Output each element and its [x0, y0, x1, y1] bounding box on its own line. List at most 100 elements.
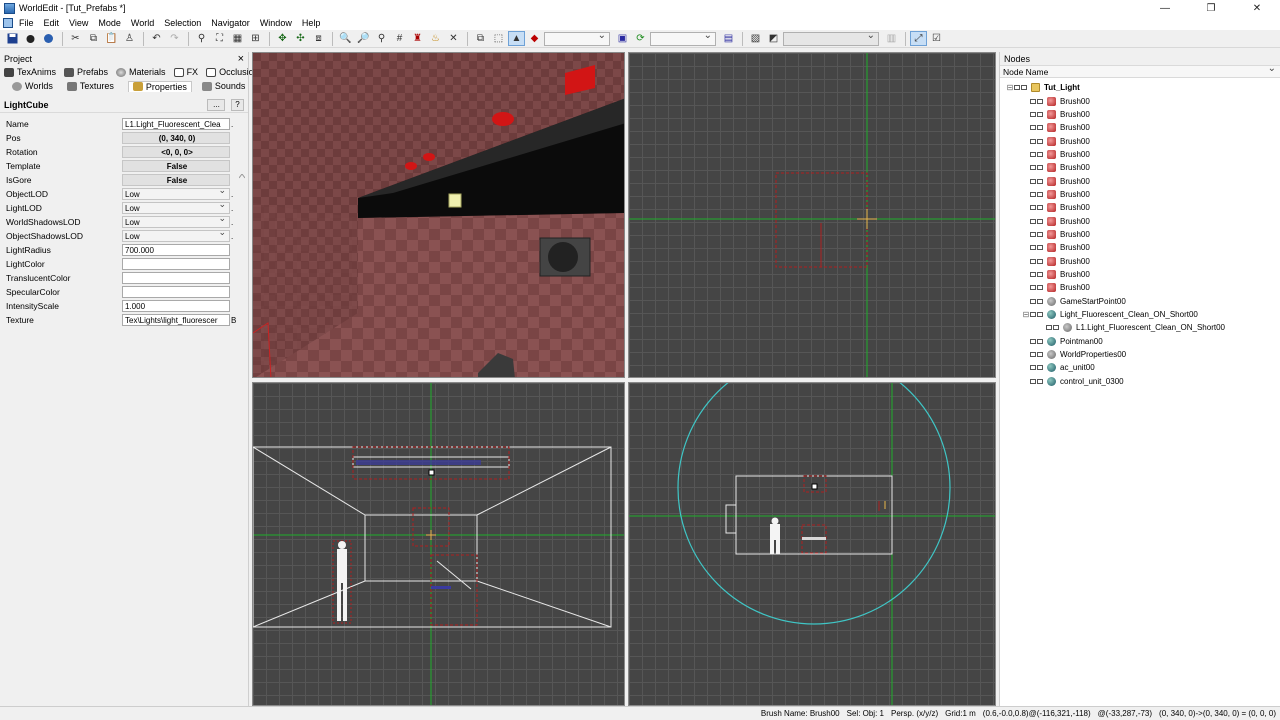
light-cube-handle[interactable]: [811, 483, 818, 490]
tree-item[interactable]: Brush00: [1000, 134, 1280, 147]
menu-edit[interactable]: Edit: [44, 18, 60, 28]
preset-select[interactable]: [783, 30, 879, 46]
close-icon[interactable]: ✕: [1234, 0, 1280, 16]
visibility-toggle-icon[interactable]: [1030, 205, 1044, 211]
cut-icon[interactable]: ✂: [67, 31, 84, 46]
visibility-toggle-icon[interactable]: [1030, 298, 1044, 304]
snap-check-icon[interactable]: ☑: [928, 31, 945, 46]
property-value-objectlod[interactable]: Low: [122, 188, 230, 200]
pick-icon[interactable]: ⚲: [193, 31, 210, 46]
menu-view[interactable]: View: [69, 18, 88, 28]
tree-item[interactable]: Brush00: [1000, 174, 1280, 187]
tree-item[interactable]: Brush00: [1000, 121, 1280, 134]
property-browse-button[interactable]: .: [231, 188, 237, 200]
visibility-toggle-icon[interactable]: [1030, 378, 1044, 384]
visibility-toggle-icon[interactable]: [1030, 178, 1044, 184]
tab-texanims[interactable]: TexAnims: [4, 67, 56, 77]
tree-item[interactable]: Brush00: [1000, 228, 1280, 241]
zoom-icon[interactable]: 🔍: [337, 31, 354, 46]
zoom-edit-icon[interactable]: 🔎: [355, 31, 372, 46]
visibility-toggle-icon[interactable]: [1030, 165, 1044, 171]
tab-materials[interactable]: Materials: [116, 67, 166, 77]
redo-icon[interactable]: ↷: [166, 31, 183, 46]
tree-item[interactable]: GameStartPoint00: [1000, 295, 1280, 308]
tree-item[interactable]: ⊟ Tut_Light: [1000, 81, 1280, 94]
bomb-icon[interactable]: [22, 31, 39, 46]
x-icon[interactable]: ✕: [445, 31, 462, 46]
camera-icon[interactable]: ▧: [747, 31, 764, 46]
property-value-lightradius[interactable]: 700.000: [122, 244, 230, 256]
visibility-toggle-icon[interactable]: [1030, 285, 1044, 291]
light-cube[interactable]: [448, 193, 462, 208]
visibility-toggle-icon[interactable]: [1030, 352, 1044, 358]
menu-window[interactable]: Window: [260, 18, 292, 28]
visibility-toggle-icon[interactable]: [1014, 85, 1028, 91]
menu-world[interactable]: World: [131, 18, 154, 28]
viewport-top[interactable]: [628, 52, 996, 378]
viewport-front[interactable]: [252, 382, 625, 706]
paste-icon[interactable]: 📋: [103, 31, 120, 46]
collapse-icon[interactable]: ⊟: [1006, 83, 1014, 92]
tree-item[interactable]: Brush00: [1000, 161, 1280, 174]
undo-icon[interactable]: ↶: [148, 31, 165, 46]
tree-item[interactable]: Brush00: [1000, 148, 1280, 161]
grid-single-icon[interactable]: ▦: [229, 31, 246, 46]
visibility-toggle-icon[interactable]: [1030, 312, 1044, 318]
property-browse-button[interactable]: .: [231, 202, 237, 214]
tab-prefabs[interactable]: Prefabs: [64, 67, 108, 77]
tree-item[interactable]: WorldProperties00: [1000, 348, 1280, 361]
property-browse-button[interactable]: .: [231, 230, 237, 242]
visibility-toggle-icon[interactable]: [1030, 111, 1044, 117]
tab-sounds[interactable]: Sounds: [201, 81, 245, 91]
visibility-toggle-icon[interactable]: [1030, 125, 1044, 131]
visibility-toggle-icon[interactable]: [1030, 271, 1044, 277]
snap-icon[interactable]: ⤢: [910, 31, 927, 46]
tree-item[interactable]: Brush00: [1000, 94, 1280, 107]
visibility-toggle-icon[interactable]: [1030, 245, 1044, 251]
visibility-toggle-icon[interactable]: [1030, 151, 1044, 157]
grid-toggle-icon[interactable]: #: [391, 31, 408, 46]
collapse-icon[interactable]: ⊟: [1022, 310, 1030, 319]
node-name-column-header[interactable]: Node Name: [1000, 63, 1280, 78]
render-icon[interactable]: ▲: [508, 31, 525, 46]
property-value-translucentcolor[interactable]: [122, 272, 230, 284]
visibility-toggle-icon[interactable]: [1030, 191, 1044, 197]
property-value-specularcolor[interactable]: [122, 286, 230, 298]
tree-item[interactable]: Brush00: [1000, 268, 1280, 281]
visibility-toggle-icon[interactable]: [1030, 258, 1044, 264]
visibility-toggle-icon[interactable]: [1046, 325, 1060, 331]
screenshot-icon[interactable]: ◩: [765, 31, 782, 46]
property-value-name[interactable]: L1.Light_Fluorescent_Clea: [122, 118, 230, 130]
tree-item[interactable]: Brush00: [1000, 254, 1280, 267]
tree-item[interactable]: Brush00: [1000, 188, 1280, 201]
tab-worlds[interactable]: Worlds: [12, 81, 53, 91]
menu-mode[interactable]: Mode: [98, 18, 121, 28]
restore-icon[interactable]: ❐: [1188, 0, 1234, 16]
refresh-icon[interactable]: ⟳: [632, 31, 649, 46]
zoom-fit-icon[interactable]: ⚲: [373, 31, 390, 46]
visibility-toggle-icon[interactable]: [1030, 218, 1044, 224]
brush-red-icon[interactable]: ♜: [409, 31, 426, 46]
layer-select[interactable]: [650, 30, 716, 46]
property-value-intensityscale[interactable]: 1.000: [122, 300, 230, 312]
tab-occlusion[interactable]: Occlusion: [206, 67, 259, 77]
document-icon[interactable]: [3, 18, 13, 28]
tree-item[interactable]: control_unit_0300: [1000, 375, 1280, 388]
tree-item[interactable]: Brush00: [1000, 241, 1280, 254]
menu-help[interactable]: Help: [302, 18, 321, 28]
disabled-tool-icon[interactable]: ▥: [883, 31, 900, 46]
property-value-lightlod[interactable]: Low: [122, 202, 230, 214]
light-icon[interactable]: ♨: [427, 31, 444, 46]
tree-item[interactable]: Brush00: [1000, 214, 1280, 227]
tree-item[interactable]: Pointman00: [1000, 335, 1280, 348]
property-value-objectshadowslod[interactable]: Low: [122, 230, 230, 242]
tree-item[interactable]: L1.Light_Fluorescent_Clean_ON_Short00: [1000, 321, 1280, 334]
viewport-side[interactable]: [628, 382, 996, 706]
property-browse-button[interactable]: .: [231, 118, 237, 130]
help-button[interactable]: ?: [231, 98, 244, 111]
tree-item[interactable]: Brush00: [1000, 201, 1280, 214]
tree-item[interactable]: ac_unit00: [1000, 361, 1280, 374]
tab-fx[interactable]: FX: [173, 67, 198, 77]
globe-icon[interactable]: [40, 31, 57, 46]
menu-selection[interactable]: Selection: [164, 18, 201, 28]
